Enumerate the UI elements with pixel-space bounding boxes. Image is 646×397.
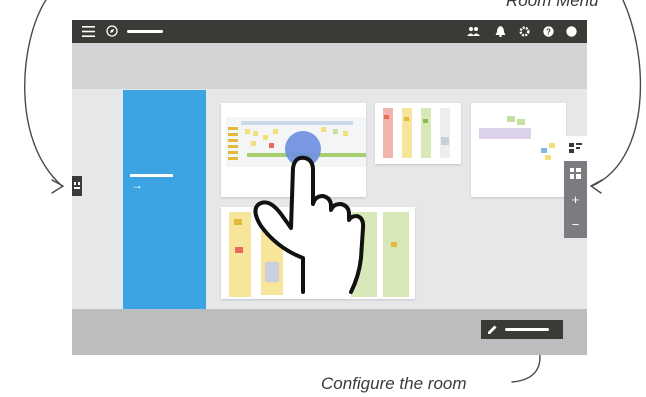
configure-label-placeholder — [505, 328, 549, 331]
top-bar: ? — [72, 20, 587, 43]
bell-icon[interactable] — [495, 26, 506, 37]
compass-icon[interactable] — [106, 25, 118, 37]
svg-text:?: ? — [546, 28, 551, 37]
room-menu-panel: + − — [564, 136, 587, 238]
card-title-placeholder — [130, 174, 173, 177]
sidebar-handle-icon — [74, 182, 80, 189]
pencil-icon — [488, 325, 497, 334]
zoom-in-button[interactable]: + — [564, 187, 587, 212]
sidebar-toggle[interactable] — [72, 176, 82, 196]
subheader-bar — [72, 43, 587, 89]
hand-gesture-icon — [253, 155, 366, 294]
people-icon[interactable] — [467, 26, 480, 37]
gear-icon[interactable] — [519, 26, 530, 37]
avatar-icon[interactable] — [566, 26, 577, 37]
help-icon[interactable]: ? — [543, 26, 554, 37]
room-title-placeholder — [127, 30, 163, 33]
board-view-button[interactable] — [564, 136, 587, 161]
configure-room-button[interactable] — [481, 320, 563, 339]
board-thumbnail-2[interactable] — [375, 103, 461, 164]
board-thumbnail-3[interactable] — [471, 103, 566, 197]
room-blue-card[interactable]: → — [123, 90, 206, 309]
zoom-out-button[interactable]: − — [564, 212, 587, 237]
grid-view-button[interactable] — [564, 161, 587, 186]
grid-view-icon — [570, 168, 581, 179]
board-view-icon — [569, 143, 582, 153]
hamburger-icon[interactable] — [82, 26, 95, 37]
arrow-right-icon[interactable]: → — [131, 178, 143, 192]
